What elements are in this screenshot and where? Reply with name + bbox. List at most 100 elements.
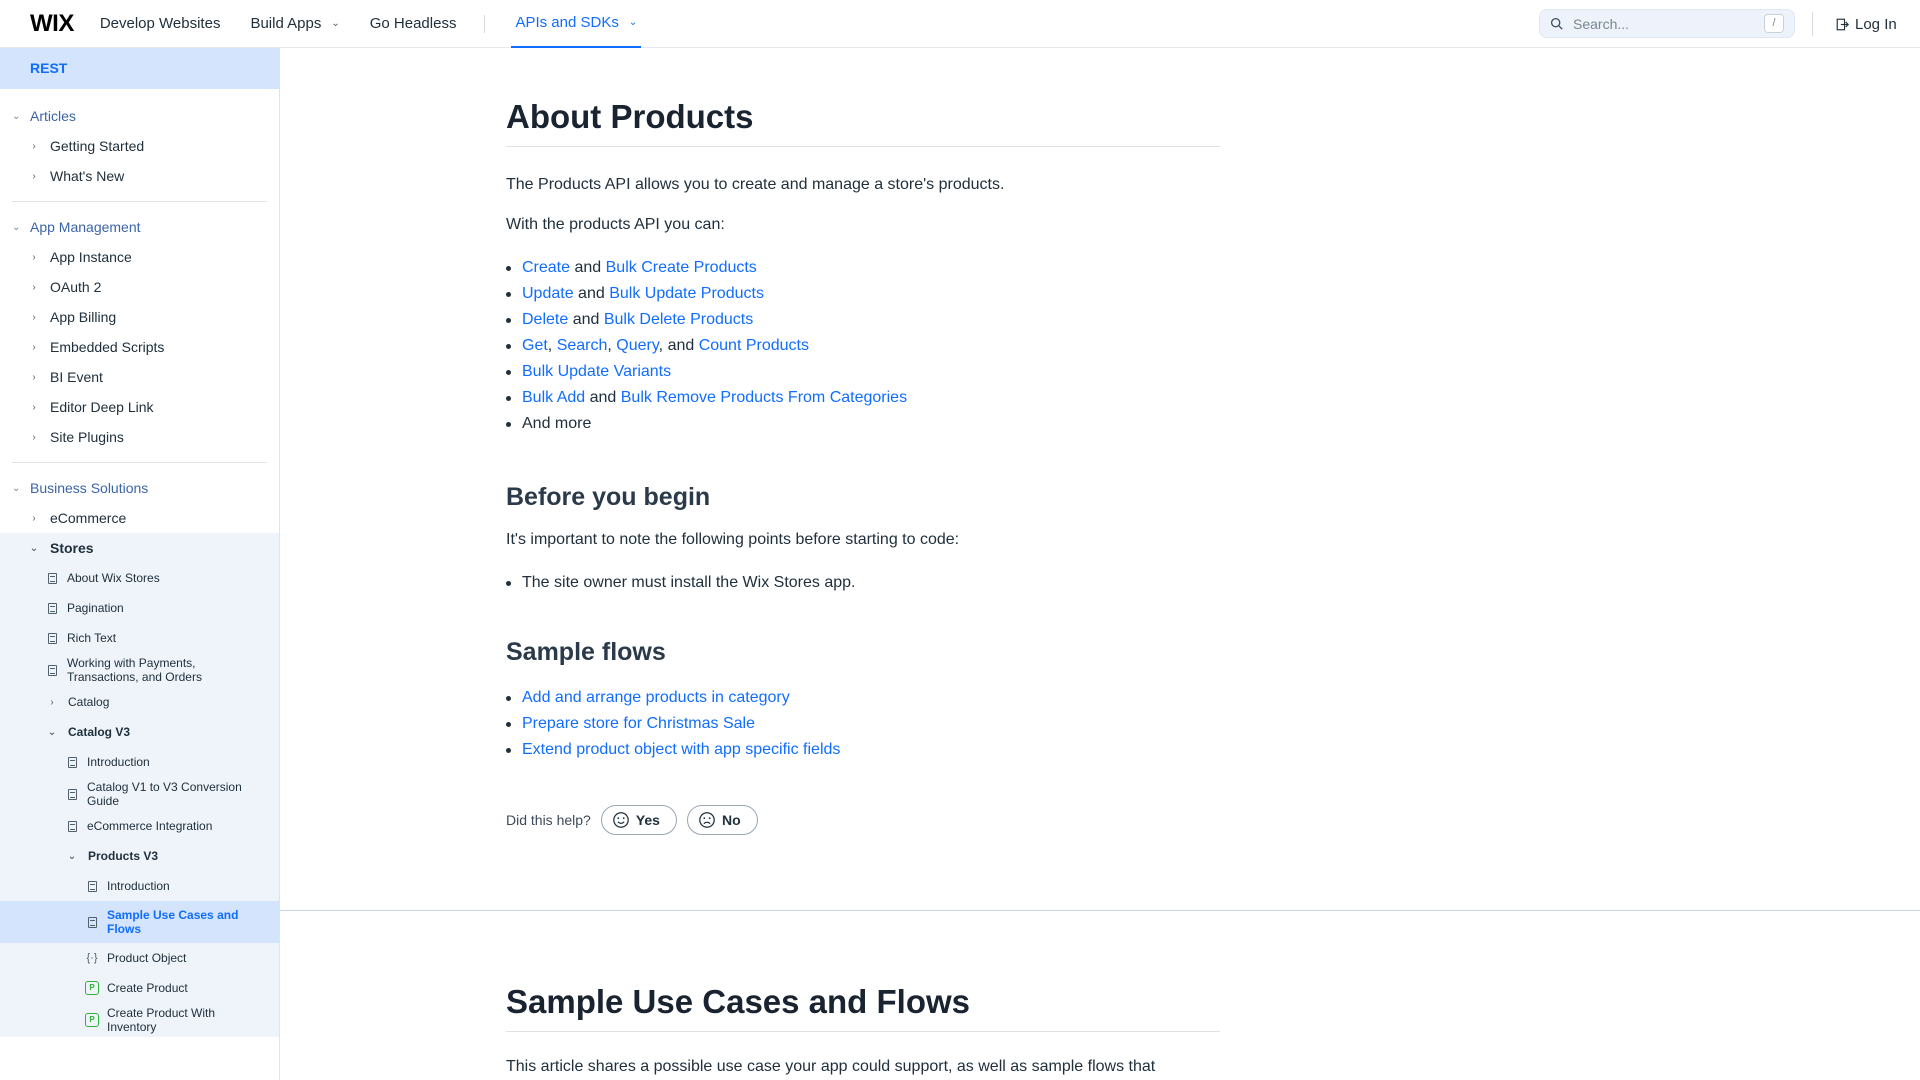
sidebar-item-catalog[interactable]: › Catalog — [0, 687, 279, 717]
frown-icon — [699, 812, 715, 828]
header-divider — [1812, 12, 1813, 36]
list-item: Extend product object with app specific … — [506, 737, 1220, 763]
item-label: About Wix Stores — [67, 571, 160, 585]
item-label: App Billing — [50, 309, 117, 325]
chevron-right-icon: › — [50, 696, 54, 708]
update-link[interactable]: Update — [522, 285, 574, 302]
item-label: Getting Started — [50, 138, 145, 154]
sidebar-item-editor-deep-link[interactable]: › Editor Deep Link — [0, 392, 279, 422]
query-link[interactable]: Query — [616, 337, 658, 354]
sidebar-item-products-introduction[interactable]: Introduction — [0, 871, 279, 901]
sidebar-section-business-solutions[interactable]: ⌄ Business Solutions — [0, 473, 279, 503]
item-label: BI Event — [50, 369, 103, 385]
list-item: Update and Bulk Update Products — [506, 281, 1220, 307]
search-box[interactable]: / — [1539, 9, 1795, 38]
sidebar-item-whats-new[interactable]: › What's New — [0, 161, 279, 191]
search-link[interactable]: Search — [557, 337, 608, 354]
sidebar-item-working-with-payments[interactable]: Working with Payments, Transactions, and… — [0, 653, 279, 687]
bulk-create-products-link[interactable]: Bulk Create Products — [606, 259, 757, 276]
section-label: Articles — [30, 108, 76, 124]
sidebar-rest-header[interactable]: REST — [0, 48, 279, 89]
chevron-down-icon: ⌄ — [47, 726, 57, 738]
bulk-update-variants-link[interactable]: Bulk Update Variants — [522, 363, 671, 380]
before-you-begin-list: The site owner must install the Wix Stor… — [506, 570, 1220, 596]
article-sample-use-cases: Sample Use Cases and Flows This article … — [506, 983, 1220, 1076]
sidebar-item-create-product-with-inventory[interactable]: P Create Product With Inventory — [0, 1003, 279, 1037]
login-button[interactable]: Log In — [1836, 0, 1897, 48]
section-intro-text: This article shares a possible use case … — [506, 1058, 1156, 1075]
flow-link[interactable]: Prepare store for Christmas Sale — [522, 715, 755, 732]
flow-link[interactable]: Extend product object with app specific … — [522, 741, 840, 758]
list-item: Create and Bulk Create Products — [506, 255, 1220, 281]
item-label: Products V3 — [88, 849, 159, 863]
chevron-down-icon: ⌄ — [12, 110, 21, 122]
sidebar-item-site-plugins[interactable]: › Site Plugins — [0, 422, 279, 452]
list-item: Get, Search, Query, and Count Products — [506, 333, 1220, 359]
nav-build-apps[interactable]: Build Apps ⌄ — [250, 0, 339, 48]
sidebar-item-getting-started[interactable]: › Getting Started — [0, 131, 279, 161]
item-label: OAuth 2 — [50, 279, 102, 295]
sidebar-item-catalog-v3[interactable]: ⌄ Catalog V3 — [0, 717, 279, 747]
sidebar-item-product-object[interactable]: {·} Product Object — [0, 943, 279, 973]
sidebar-item-catalog-introduction[interactable]: Introduction — [0, 747, 279, 777]
bulk-update-products-link[interactable]: Bulk Update Products — [609, 285, 764, 302]
page-title: About Products — [506, 48, 1220, 147]
create-link[interactable]: Create — [522, 259, 570, 276]
nav-go-headless[interactable]: Go Headless — [370, 0, 457, 48]
list-item: Prepare store for Christmas Sale — [506, 711, 1220, 737]
sidebar-item-sample-use-cases[interactable]: Sample Use Cases and Flows — [0, 901, 279, 943]
flow-link[interactable]: Add and arrange products in category — [522, 689, 790, 706]
sidebar: REST ⌄ Articles › Getting Started › What's … — [0, 48, 280, 1080]
sidebar-item-about-wix-stores[interactable]: About Wix Stores — [0, 563, 279, 593]
capabilities-list: Create and Bulk Create Products Update a… — [506, 255, 1220, 437]
bulk-delete-products-link[interactable]: Bulk Delete Products — [604, 311, 753, 328]
sidebar-item-app-instance[interactable]: › App Instance — [0, 242, 279, 272]
sidebar-item-pagination[interactable]: Pagination — [0, 593, 279, 623]
sidebar-item-products-v3[interactable]: ⌄ Products V3 — [0, 841, 279, 871]
document-icon — [48, 572, 57, 584]
connector-text: and — [568, 311, 604, 328]
sidebar-item-embedded-scripts[interactable]: › Embedded Scripts — [0, 332, 279, 362]
bulk-add-link[interactable]: Bulk Add — [522, 389, 585, 406]
chevron-right-icon: › — [32, 512, 36, 524]
list-item: Delete and Bulk Delete Products — [506, 307, 1220, 333]
item-label: eCommerce — [50, 510, 127, 526]
chevron-down-icon: ⌄ — [331, 18, 340, 29]
nav-develop-websites[interactable]: Develop Websites — [100, 0, 221, 48]
count-products-link[interactable]: Count Products — [699, 337, 809, 354]
item-label: Introduction — [107, 879, 170, 893]
connector-text: and — [585, 389, 621, 406]
sidebar-item-stores[interactable]: ⌄ Stores — [0, 533, 279, 563]
sidebar-item-app-billing[interactable]: › App Billing — [0, 302, 279, 332]
intro-text: The Products API allows you to create an… — [506, 176, 1005, 193]
item-label: Sample Use Cases and Flows — [107, 908, 239, 936]
nav-apis-and-sdks[interactable]: APIs and SDKs ⌄ — [511, 0, 642, 48]
sidebar-item-bi-event[interactable]: › BI Event — [0, 362, 279, 392]
feedback-no-button[interactable]: No — [686, 805, 758, 835]
chevron-right-icon: › — [32, 140, 36, 152]
get-link[interactable]: Get — [522, 337, 548, 354]
document-icon — [68, 756, 77, 768]
sidebar-item-create-product[interactable]: P Create Product — [0, 973, 279, 1003]
sample-flows-list: Add and arrange products in category Pre… — [506, 685, 1220, 763]
sidebar-item-conversion-guide[interactable]: Catalog V1 to V3 Conversion Guide — [0, 777, 279, 811]
document-icon — [48, 632, 57, 644]
wix-logo[interactable]: WIX — [30, 10, 74, 38]
document-icon — [48, 664, 57, 676]
search-icon — [1550, 17, 1563, 30]
sidebar-item-ecommerce-integration[interactable]: eCommerce Integration — [0, 811, 279, 841]
chevron-right-icon: › — [32, 281, 36, 293]
sidebar-section-articles[interactable]: ⌄ Articles — [0, 101, 279, 131]
search-input[interactable] — [1573, 15, 1753, 32]
sidebar-item-rich-text[interactable]: Rich Text — [0, 623, 279, 653]
sidebar-item-oauth-2[interactable]: › OAuth 2 — [0, 272, 279, 302]
list-item: Bulk Update Variants — [506, 359, 1220, 385]
bulk-remove-products-link[interactable]: Bulk Remove Products From Categories — [621, 389, 907, 406]
section-label: App Management — [30, 219, 141, 235]
sidebar-item-ecommerce[interactable]: › eCommerce — [0, 503, 279, 533]
delete-link[interactable]: Delete — [522, 311, 568, 328]
feedback-yes-button[interactable]: Yes — [600, 805, 677, 835]
item-label: eCommerce Integration — [87, 819, 213, 833]
section-label: Business Solutions — [30, 480, 149, 496]
sidebar-section-app-management[interactable]: ⌄ App Management — [0, 212, 279, 242]
